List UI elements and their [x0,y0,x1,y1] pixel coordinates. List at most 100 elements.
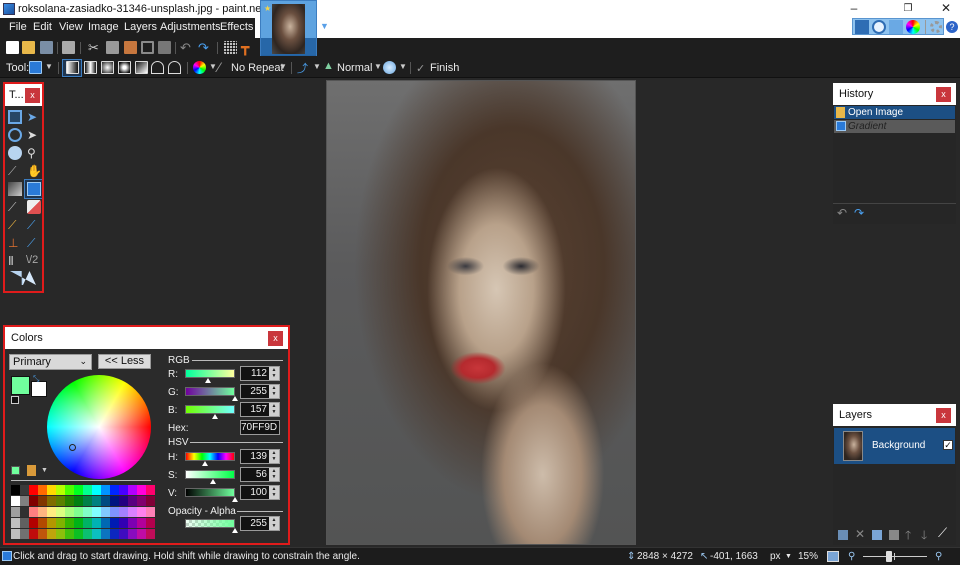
merge-layer-down-icon[interactable] [889,530,899,540]
palette-swatch[interactable] [101,485,110,495]
palette-swatch[interactable] [56,507,65,517]
units-selector[interactable]: px [770,551,781,562]
palette-swatch[interactable] [137,507,146,517]
tool-dropdown-caret[interactable]: ▼ [45,62,53,71]
save-icon[interactable] [40,41,53,54]
hue-slider-thumb[interactable] [202,461,208,466]
add-layer-icon[interactable] [838,530,848,540]
line-curve-icon[interactable]: \/2 [26,254,42,268]
zoom-to-window-icon[interactable] [827,551,839,562]
palette-swatch[interactable] [20,496,29,506]
value-slider-thumb[interactable] [232,497,238,502]
palette-swatch[interactable] [119,496,128,506]
rectangle-select-icon[interactable] [8,110,22,124]
green-value-input[interactable]: 255 ▲ ▼ [240,384,280,399]
palette-swatch[interactable] [119,507,128,517]
menu-file[interactable]: File [9,21,27,33]
repeat-mode-value[interactable]: No Repeat [231,62,284,74]
current-tool-gradient-icon[interactable] [29,61,42,74]
green-slider[interactable] [185,387,235,396]
palette-swatch[interactable] [47,485,56,495]
palette-swatch[interactable] [101,507,110,517]
palette-swatch[interactable] [74,529,83,539]
red-spinner[interactable]: ▲ ▼ [269,367,279,380]
primary-color-swatch[interactable] [11,376,30,395]
palette-swatch[interactable] [56,529,65,539]
palette-swatch[interactable] [11,529,20,539]
palette-swatch[interactable] [110,507,119,517]
move-layer-up-icon[interactable]: 🡑 [905,526,911,547]
blue-spinner[interactable]: ▲ ▼ [269,403,279,416]
red-slider-thumb[interactable] [205,378,211,383]
zoom-in-icon[interactable]: ⚲ [935,551,942,562]
menu-layers[interactable]: Layers [124,21,157,33]
value-slider[interactable] [185,488,235,497]
image-canvas[interactable] [326,80,636,545]
colors-window-icon[interactable] [906,20,920,34]
hue-spinner[interactable]: ▲ ▼ [269,450,279,463]
deselect-icon[interactable] [158,41,171,54]
magic-wand-icon[interactable]: ⟋ [8,164,22,178]
palette-swatch[interactable] [92,507,101,517]
palette-swatch[interactable] [119,529,128,539]
tools-window-icon[interactable] [855,20,869,34]
palette-swatch[interactable] [11,518,20,528]
hue-slider[interactable] [185,452,235,461]
palette-caret-icon[interactable]: ▼ [41,467,48,474]
zoom-level[interactable]: 15% [798,551,818,562]
gradient-spiral-ccw-icon[interactable] [168,61,181,74]
menu-image[interactable]: Image [88,21,119,33]
palette-swatch[interactable] [74,485,83,495]
layer-properties-icon[interactable]: ⟋ [938,525,947,541]
palette-swatch[interactable] [128,485,137,495]
palette-swatch[interactable] [119,518,128,528]
add-to-palette-icon[interactable] [11,466,20,475]
move-selected-pixels-icon[interactable]: ➤ [27,110,41,124]
palette-swatch[interactable] [137,496,146,506]
paint-bucket-icon[interactable] [8,182,22,196]
duplicate-layer-icon[interactable] [872,530,882,540]
alpha-spinner[interactable]: ▲ ▼ [269,517,279,530]
palette-swatch[interactable] [74,507,83,517]
palette-swatch[interactable] [128,529,137,539]
color-wheel[interactable] [47,375,151,479]
palette-swatch[interactable] [137,529,146,539]
blue-slider-thumb[interactable] [212,414,218,419]
layers-window-icon[interactable] [889,20,903,34]
menu-edit[interactable]: Edit [33,21,52,33]
gradient-linear-reflected-icon[interactable] [84,61,97,74]
palette-swatch[interactable] [20,529,29,539]
new-icon[interactable] [6,41,19,54]
palette-swatch[interactable] [11,485,20,495]
saturation-slider[interactable] [185,470,235,479]
hue-value-input[interactable]: 139 ▲ ▼ [240,449,280,464]
menu-effects[interactable]: Effects [220,21,253,33]
palette-swatch[interactable] [47,496,56,506]
gradient-diamond-icon[interactable] [101,61,114,74]
palette-swatch[interactable] [74,518,83,528]
menu-view[interactable]: View [59,21,83,33]
alpha-slider[interactable] [185,519,235,528]
ruler-icon[interactable]: ┳ [241,39,249,56]
palette-swatch[interactable] [146,518,155,528]
redo-icon[interactable]: ↷ [198,40,209,56]
color-palette[interactable] [11,485,157,541]
image-tab-thumbnail[interactable]: ★ [260,0,317,56]
palette-swatch[interactable] [83,518,92,528]
palette-swatch[interactable] [146,496,155,506]
colors-close-button[interactable]: x [268,331,283,346]
blue-slider[interactable] [185,405,235,414]
alpha-mode-caret[interactable]: ▼ [399,62,407,71]
pan-hand-icon[interactable]: ✋ [27,164,42,178]
help-icon[interactable]: ? [946,21,958,33]
layer-visibility-checkbox[interactable]: ✓ [943,440,953,450]
history-window-icon[interactable] [872,20,886,34]
palette-swatch[interactable] [29,507,38,517]
palette-swatch[interactable] [65,529,74,539]
palette-swatch[interactable] [20,485,29,495]
antialiasing-caret[interactable]: ▼ [313,62,321,71]
palette-swatch[interactable] [83,485,92,495]
finish-button[interactable]: Finish [430,62,459,74]
swap-colors-icon[interactable]: ⤡ [33,374,39,384]
value-value-input[interactable]: 100 ▲ ▼ [240,485,280,500]
